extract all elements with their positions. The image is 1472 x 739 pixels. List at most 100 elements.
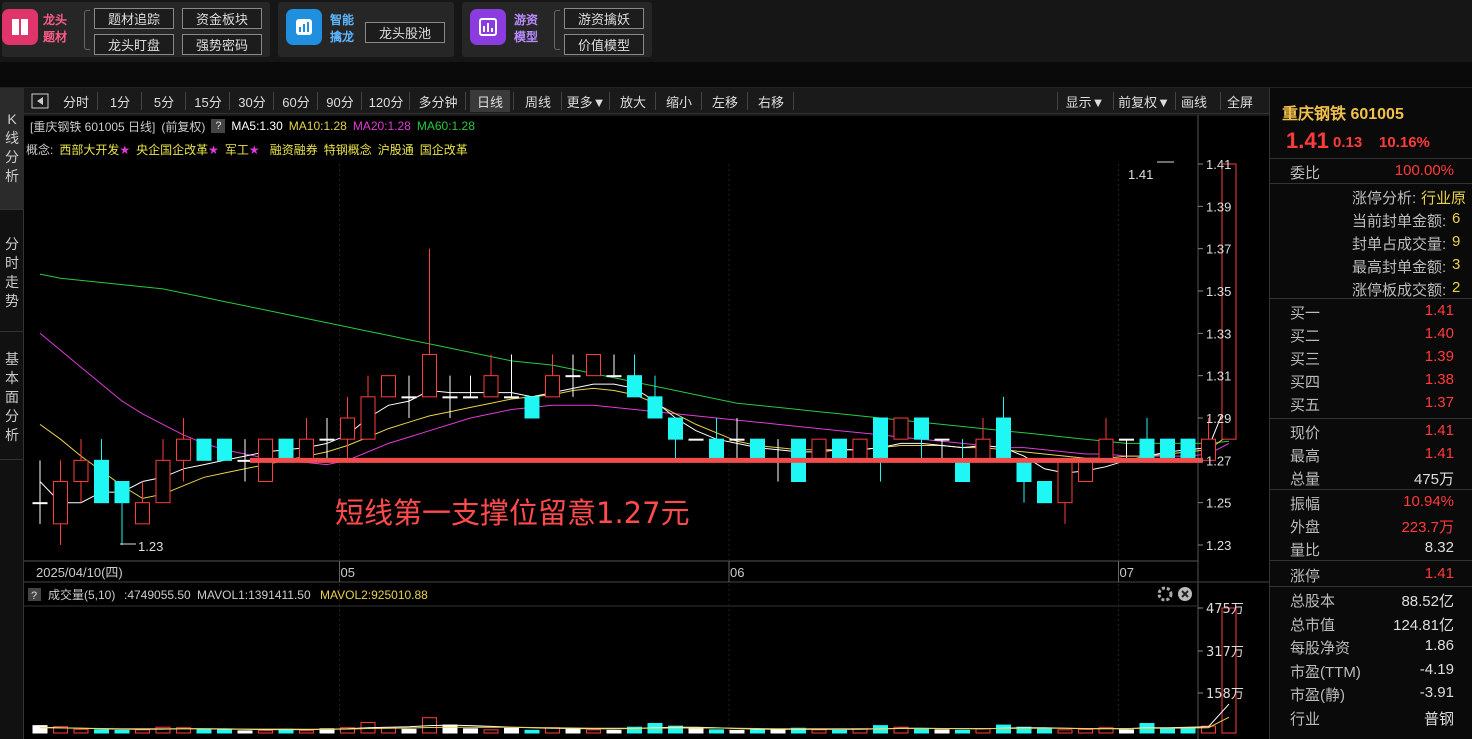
candle[interactable] [73, 439, 89, 503]
concept-item[interactable]: 特钢概念 [324, 141, 372, 158]
candle[interactable] [114, 481, 130, 546]
candle[interactable] [299, 418, 314, 461]
candle[interactable] [524, 396, 540, 419]
candle[interactable] [340, 396, 355, 461]
candle[interactable] [975, 418, 991, 461]
toolbar-period-13[interactable]: 缩小 [660, 90, 698, 112]
candle[interactable] [463, 375, 478, 399]
candle[interactable] [1057, 459, 1073, 524]
candle[interactable] [647, 375, 663, 419]
candle[interactable] [729, 418, 745, 461]
candle[interactable] [319, 418, 335, 461]
toolbar-period-0[interactable]: 分时 [58, 90, 94, 112]
candle[interactable] [422, 248, 437, 398]
candle[interactable] [1119, 438, 1134, 461]
toolbar-period-15[interactable]: 右移 [752, 90, 790, 112]
candle[interactable] [565, 354, 581, 397]
toolbar-period-12[interactable]: 放大 [614, 90, 652, 112]
tab-intraday[interactable]: 分 时 走 势 [0, 210, 24, 332]
candle[interactable] [750, 438, 765, 461]
toolbar-adjust[interactable]: 前复权▼ [1116, 90, 1172, 112]
candle[interactable] [381, 375, 396, 398]
chart-box-icon[interactable] [286, 9, 322, 45]
concept-item[interactable]: 国企改革 [420, 141, 468, 158]
concept-item[interactable]: 军工★ [225, 141, 260, 158]
candle[interactable] [606, 354, 622, 378]
candle[interactable] [873, 417, 888, 482]
candle[interactable] [94, 439, 109, 504]
candle[interactable] [1078, 459, 1093, 483]
candle[interactable] [360, 375, 376, 440]
toolbar-period-6[interactable]: 90分 [322, 90, 358, 112]
candle[interactable] [893, 417, 909, 440]
candle[interactable] [791, 438, 806, 482]
gear-icon[interactable] [1157, 586, 1173, 602]
candle[interactable] [504, 354, 519, 399]
candle[interactable] [155, 439, 171, 504]
candle[interactable] [1139, 418, 1155, 461]
candle[interactable] [668, 417, 683, 461]
btn-ticai-zhuizong[interactable]: 题材追踪 [94, 8, 174, 29]
candle[interactable] [442, 375, 458, 418]
toolbar-draw[interactable]: 画线 [1178, 90, 1210, 112]
candle[interactable] [770, 439, 786, 482]
candle[interactable] [278, 438, 294, 461]
candle[interactable] [258, 438, 273, 482]
candle[interactable] [688, 438, 704, 441]
close-icon[interactable] [1178, 587, 1192, 601]
btn-longtou-dingpan[interactable]: 龙头盯盘 [94, 34, 174, 55]
concept-item[interactable]: 央企国企改革★ [136, 141, 219, 158]
candle[interactable] [586, 354, 601, 377]
btn-qiangshi-mima[interactable]: 强势密码 [182, 34, 262, 55]
help-icon[interactable]: ? [211, 119, 226, 133]
toolbar-period-14[interactable]: 左移 [706, 90, 744, 112]
candle[interactable] [832, 438, 847, 461]
candle[interactable] [32, 460, 48, 524]
candle[interactable] [545, 354, 560, 398]
concept-item[interactable]: 沪股通 [378, 141, 414, 158]
candle[interactable] [217, 438, 232, 461]
candle[interactable] [1180, 438, 1196, 461]
candle[interactable] [53, 460, 68, 545]
candle[interactable] [1160, 438, 1175, 461]
candle[interactable] [483, 354, 499, 398]
concept-item[interactable]: 西部大开发★ [59, 141, 130, 158]
toolbar-period-7[interactable]: 120分 [366, 90, 406, 112]
btn-jiazhi-moxing[interactable]: 价值模型 [564, 34, 644, 55]
candle[interactable] [135, 481, 150, 525]
candle[interactable] [914, 417, 929, 461]
candle[interactable] [934, 438, 950, 461]
help-icon[interactable] [28, 588, 41, 601]
tab-kline[interactable]: K 线 分 析 [0, 88, 24, 210]
toolbar-period-8[interactable]: 多分钟 [414, 90, 462, 112]
toolbar-period-9[interactable]: 日线 [470, 90, 510, 112]
candle[interactable] [1016, 459, 1032, 503]
candle[interactable] [176, 418, 191, 482]
candle[interactable] [852, 438, 868, 461]
candle[interactable] [196, 438, 212, 461]
candle[interactable] [1221, 163, 1237, 440]
candle[interactable] [1098, 418, 1114, 461]
btn-youzi-qinyao[interactable]: 游资擒妖 [564, 8, 644, 29]
toolbar-display[interactable]: 显示▼ [1060, 90, 1110, 112]
candle[interactable] [627, 354, 642, 398]
candle[interactable] [401, 375, 417, 418]
bar-chart-icon[interactable] [470, 9, 506, 45]
btn-longtou-guchi[interactable]: 龙头股池 [365, 22, 445, 43]
book-icon[interactable] [2, 9, 38, 45]
candle[interactable] [1037, 481, 1052, 504]
btn-zijin-bankuai[interactable]: 资金板块 [182, 8, 262, 29]
concept-item[interactable]: 融资融券 [270, 141, 318, 158]
collapse-panel-icon[interactable] [30, 90, 50, 112]
candle[interactable] [996, 396, 1011, 461]
candle[interactable] [811, 438, 827, 461]
candle[interactable] [709, 418, 724, 461]
toolbar-period-5[interactable]: 60分 [278, 90, 314, 112]
toolbar-period-10[interactable]: 周线 [518, 90, 558, 112]
toolbar-period-3[interactable]: 15分 [190, 90, 226, 112]
candle[interactable] [1201, 418, 1216, 461]
candle[interactable] [237, 439, 253, 482]
toolbar-period-1[interactable]: 1分 [102, 90, 138, 112]
tab-fundamental[interactable]: 基 本 面 分 析 [0, 332, 24, 460]
toolbar-period-4[interactable]: 30分 [234, 90, 270, 112]
